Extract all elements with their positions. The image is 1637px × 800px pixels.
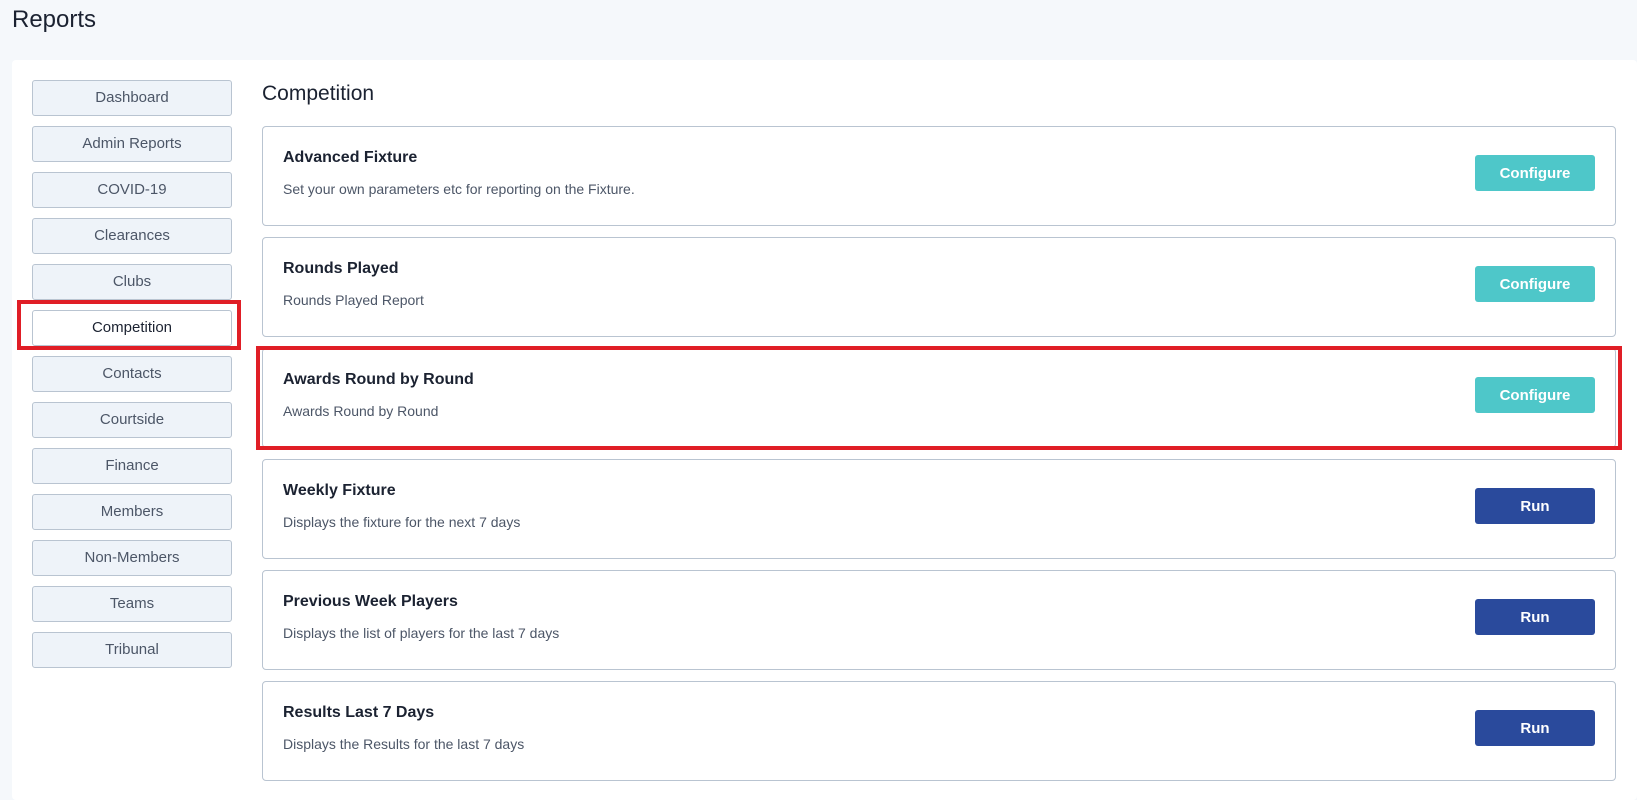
report-description: Rounds Played Report [283, 292, 424, 308]
sidebar-item-admin-reports[interactable]: Admin Reports [32, 126, 232, 162]
sidebar-item-courtside[interactable]: Courtside [32, 402, 232, 438]
sidebar-item-tribunal[interactable]: Tribunal [32, 632, 232, 668]
sidebar-item-contacts[interactable]: Contacts [32, 356, 232, 392]
page-title: Reports [12, 6, 97, 33]
run-button[interactable]: Run [1475, 710, 1595, 746]
run-button[interactable]: Run [1475, 599, 1595, 635]
configure-button[interactable]: Configure [1475, 266, 1595, 302]
report-name: Weekly Fixture [283, 482, 396, 499]
report-name: Rounds Played [283, 260, 399, 277]
report-category-sidebar: Dashboard Admin Reports COVID-19 Clearan… [32, 80, 232, 678]
sidebar-item-covid-19[interactable]: COVID-19 [32, 172, 232, 208]
sidebar-item-non-members[interactable]: Non-Members [32, 540, 232, 576]
run-button[interactable]: Run [1475, 488, 1595, 524]
report-description: Displays the list of players for the las… [283, 625, 560, 641]
report-card-weekly-fixture: Weekly Fixture Displays the fixture for … [262, 459, 1616, 559]
sidebar-item-teams[interactable]: Teams [32, 586, 232, 622]
configure-button[interactable]: Configure [1475, 377, 1595, 413]
report-card-advanced-fixture: Advanced Fixture Set your own parameters… [262, 126, 1616, 226]
report-description: Displays the Results for the last 7 days [283, 736, 525, 752]
report-description: Awards Round by Round [283, 403, 439, 419]
report-name: Advanced Fixture [283, 149, 418, 166]
report-description: Set your own parameters etc for reportin… [283, 181, 635, 197]
report-card-previous-week-players: Previous Week Players Displays the list … [262, 570, 1616, 670]
sidebar-item-clearances[interactable]: Clearances [32, 218, 232, 254]
report-name: Results Last 7 Days [283, 704, 435, 721]
sidebar-item-dashboard[interactable]: Dashboard [32, 80, 232, 116]
section-title: Competition [262, 82, 375, 105]
report-name: Awards Round by Round [283, 371, 474, 388]
configure-button[interactable]: Configure [1475, 155, 1595, 191]
report-description: Displays the fixture for the next 7 days [283, 514, 521, 530]
sidebar-item-clubs[interactable]: Clubs [32, 264, 232, 300]
report-card-results-last-7-days: Results Last 7 Days Displays the Results… [262, 681, 1616, 781]
sidebar-item-members[interactable]: Members [32, 494, 232, 530]
sidebar-item-competition[interactable]: Competition [32, 310, 232, 346]
report-card-rounds-played: Rounds Played Rounds Played Report Confi… [262, 237, 1616, 337]
report-name: Previous Week Players [283, 593, 458, 610]
report-card-awards-round-by-round: Awards Round by Round Awards Round by Ro… [262, 348, 1616, 448]
sidebar-item-finance[interactable]: Finance [32, 448, 232, 484]
